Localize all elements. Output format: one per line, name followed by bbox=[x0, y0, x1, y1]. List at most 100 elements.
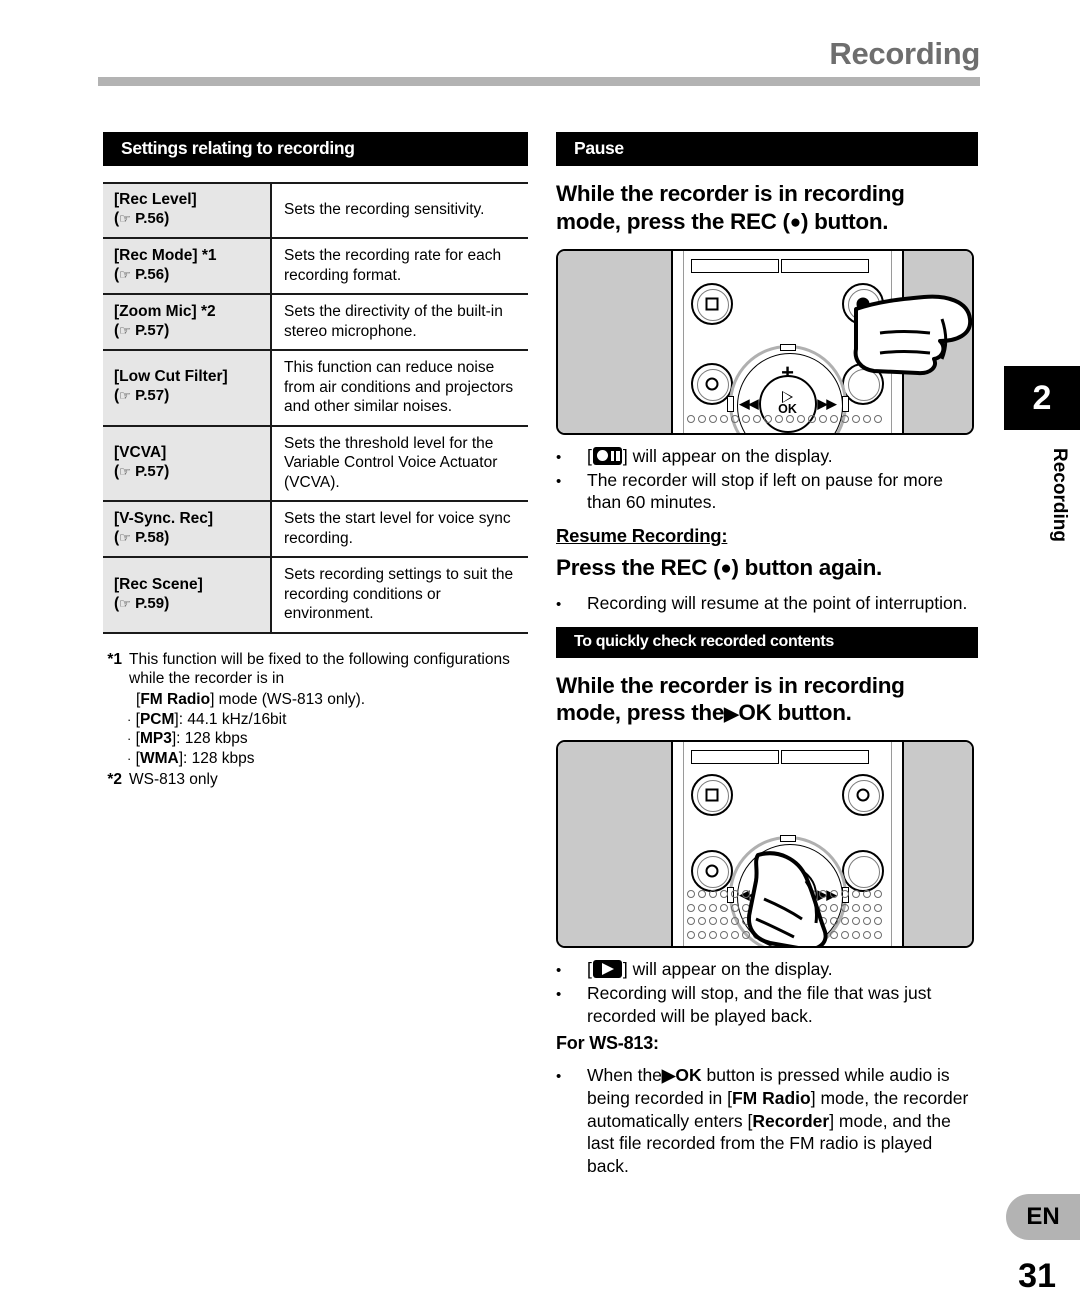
speaker-hole bbox=[863, 414, 871, 423]
pause-notes-list: • [] will appear on the display. • The rec… bbox=[556, 445, 978, 515]
speaker-hole bbox=[698, 414, 706, 423]
speaker-hole bbox=[698, 917, 706, 926]
footnote-1-text: This function will be fixed to the follo… bbox=[129, 650, 510, 688]
footnote-1-mark: *1 bbox=[107, 650, 122, 668]
speaker-hole bbox=[775, 917, 783, 926]
bullet-icon: • bbox=[556, 596, 562, 614]
pointing-hand-icon: ☞ bbox=[119, 211, 131, 227]
speaker-hole bbox=[775, 889, 783, 898]
speaker-hole bbox=[808, 903, 816, 912]
device-stop-button bbox=[691, 773, 733, 816]
speaker-hole bbox=[786, 889, 794, 898]
table-cell-setting-name: [Rec Level] (☞ P.56) bbox=[103, 183, 272, 239]
note-text: Recording will resume at the point of in… bbox=[587, 593, 968, 614]
speaker-hole bbox=[764, 903, 772, 912]
play-display-icon bbox=[592, 959, 622, 978]
dpad-tab-top bbox=[779, 343, 796, 351]
resume-instruction-a: Press the REC ( bbox=[556, 555, 721, 581]
section-header-settings: Settings relating to recording bbox=[103, 132, 528, 167]
bullet-icon: • bbox=[556, 1067, 562, 1085]
speaker-hole bbox=[808, 414, 816, 423]
ws813-notes-list: • When the▶OK button is pressed while aud… bbox=[556, 1064, 978, 1179]
table-row: [Zoom Mic] *2 (☞ P.57) Sets the directivit… bbox=[103, 294, 528, 351]
check-instruction-line2a: mode, press the bbox=[556, 700, 725, 726]
speaker-hole bbox=[720, 889, 728, 898]
speaker-hole bbox=[797, 889, 805, 898]
speaker-hole bbox=[797, 917, 805, 926]
device-slot-right bbox=[781, 749, 869, 764]
setting-name: [VCVA] bbox=[114, 444, 167, 462]
device-stop-button bbox=[691, 282, 733, 325]
page-ref-value: P.56 bbox=[135, 265, 165, 283]
footnote-2-mark: *2 bbox=[107, 770, 122, 788]
speaker-hole bbox=[720, 931, 728, 940]
device-right-panel bbox=[902, 250, 972, 433]
speaker-hole bbox=[687, 903, 695, 912]
speaker-hole bbox=[830, 931, 838, 940]
speaker-hole bbox=[819, 889, 827, 898]
speaker-hole bbox=[687, 931, 695, 940]
resume-recording-heading: Resume Recording: bbox=[556, 525, 728, 547]
speaker-hole bbox=[731, 931, 739, 940]
list-item: • When the▶OK button is pressed while aud… bbox=[556, 1064, 978, 1179]
setting-name: [V-Sync. Rec] bbox=[114, 509, 214, 527]
speaker-hole bbox=[720, 414, 728, 423]
dpad-tab-left bbox=[726, 395, 734, 412]
rec-dot-icon: ● bbox=[720, 558, 732, 580]
speaker-hole bbox=[742, 889, 750, 898]
footnote-item-format: WMA bbox=[139, 750, 179, 768]
page-ref-value: P.57 bbox=[135, 321, 165, 339]
square-stop-icon bbox=[705, 297, 719, 311]
speaker-hole bbox=[687, 889, 695, 898]
footnote-item-rest: : 128 kbps bbox=[176, 730, 248, 748]
note-text: ] will appear on the display. bbox=[622, 958, 833, 979]
bullet-icon: • bbox=[556, 961, 562, 979]
footnote-1: *1 This function will be fixed to the fo… bbox=[103, 650, 528, 689]
footnote-item-format: MP3 bbox=[139, 730, 172, 748]
speaker-hole bbox=[775, 903, 783, 912]
speaker-hole bbox=[797, 931, 805, 940]
table-row: [Rec Level] (☞ P.56) Sets the recording se… bbox=[103, 183, 528, 239]
table-cell-setting-name: [VCVA] (☞ P.57) bbox=[103, 425, 272, 502]
speaker-hole bbox=[753, 414, 761, 423]
speaker-hole bbox=[775, 414, 783, 423]
device-illustration-pause: + – ◀◀ ▶▶ OK bbox=[556, 248, 974, 435]
speaker-hole bbox=[874, 931, 882, 940]
speaker-hole bbox=[797, 414, 805, 423]
speaker-hole bbox=[841, 889, 849, 898]
setting-page-ref: (☞ P.56) bbox=[114, 210, 170, 228]
setting-name: [Rec Mode] *1 bbox=[114, 246, 217, 264]
footnote-item-rest: : 128 kbps bbox=[183, 750, 255, 768]
page-ref-value: P.56 bbox=[135, 210, 165, 228]
speaker-hole bbox=[852, 903, 860, 912]
speaker-hole bbox=[742, 903, 750, 912]
page-title: Recording bbox=[829, 36, 980, 71]
speaker-hole bbox=[764, 917, 772, 926]
device-slot-left bbox=[691, 258, 779, 273]
table-cell-description: This function can reduce noise from air … bbox=[284, 359, 514, 416]
rewind-icon: ◀◀ bbox=[739, 395, 759, 411]
speaker-hole bbox=[852, 889, 860, 898]
speaker-hole bbox=[687, 414, 695, 423]
setting-page-ref: (☞ P.57) bbox=[114, 387, 170, 405]
table-cell-description: Sets the directivity of the built-in ste… bbox=[284, 303, 503, 340]
footnote-item: · [PCM]: 44.1 kHz/16bit bbox=[103, 710, 528, 730]
speaker-hole bbox=[830, 917, 838, 926]
list-item: • [] will appear on the display. bbox=[556, 958, 978, 981]
device-erase-button bbox=[691, 849, 733, 892]
setting-name: [Zoom Mic] *2 bbox=[114, 302, 216, 320]
speaker-hole bbox=[786, 903, 794, 912]
device-face: + – ◀◀ ▶▶ OK bbox=[673, 741, 902, 946]
setting-name: [Rec Level] bbox=[114, 191, 197, 209]
note-text: The recorder will stop if left on pause … bbox=[587, 469, 943, 513]
device-speaker-grille bbox=[687, 414, 888, 429]
table-cell-description: Sets the recording sensitivity. bbox=[284, 201, 485, 219]
speaker-hole bbox=[731, 889, 739, 898]
for-ws813-heading: For WS-813: bbox=[556, 1032, 659, 1053]
page-ref-value: P.57 bbox=[135, 462, 165, 480]
page-ref-value: P.59 bbox=[135, 594, 165, 612]
dpad-tab-right bbox=[841, 395, 849, 412]
language-badge: EN bbox=[1006, 1194, 1080, 1240]
speaker-hole bbox=[698, 889, 706, 898]
fastforward-icon: ▶▶ bbox=[817, 395, 837, 411]
